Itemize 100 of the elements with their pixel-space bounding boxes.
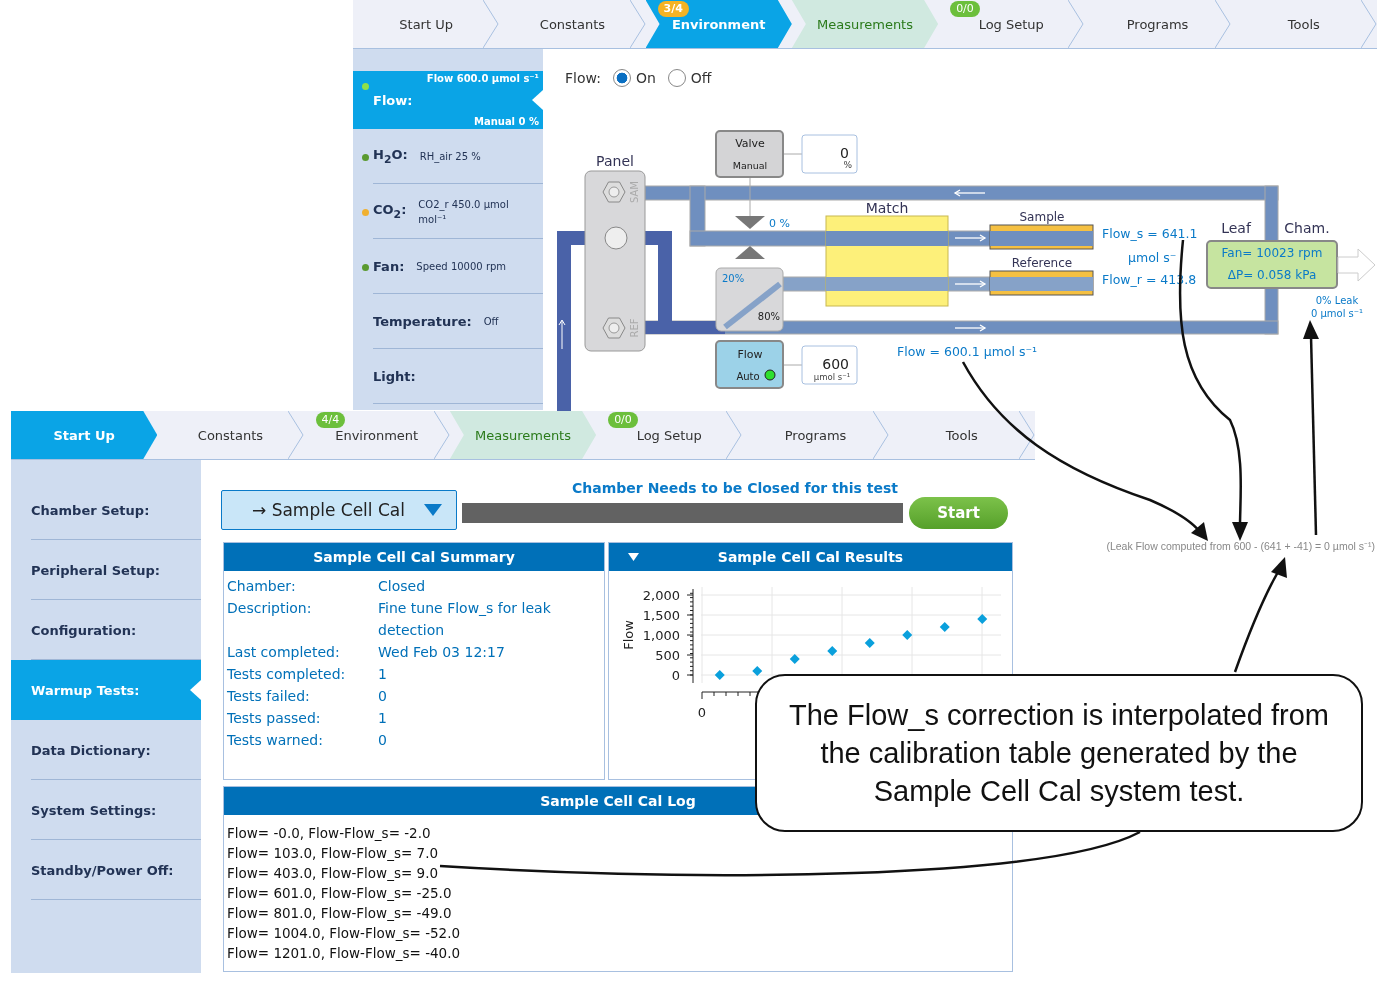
panel-title: Sample Cell Cal Results [717, 549, 904, 565]
status-message: Chamber Needs to be Closed for this test [572, 480, 898, 496]
valve-unit: % [843, 160, 852, 170]
sidebar-item[interactable]: System Settings: [11, 780, 201, 840]
sidebar-item[interactable]: Peripheral Setup: [11, 540, 201, 600]
flow-arrow [954, 280, 987, 288]
data-point [977, 614, 988, 624]
item-mode: Manual 0 % [473, 116, 539, 127]
split-lower: 80% [757, 311, 780, 322]
data-point [902, 630, 913, 640]
flow-s-reading: Flow_s = 641.1 [1102, 226, 1198, 241]
radio-option[interactable]: Off [667, 69, 712, 87]
tab[interactable]: Tools [888, 411, 1035, 459]
pressure-reading: ΔP= 0.058 kPa [1227, 268, 1317, 282]
log-line: Flow= 103.0, Flow-Flow_s= 7.0 [227, 844, 439, 863]
field-value: Wed Feb 03 12:17 [378, 643, 506, 662]
valve-title: Valve [735, 137, 765, 150]
item-label: Fan: [373, 259, 405, 274]
flow-arrow [954, 234, 987, 242]
collapse-caret-icon [628, 553, 639, 561]
data-point [939, 622, 950, 632]
axis-title: Flow [621, 620, 636, 650]
tick-label: 0 [697, 705, 707, 720]
flow-arrow [954, 324, 987, 332]
sidebar-item[interactable]: Chamber Setup: [11, 480, 201, 540]
tab[interactable]: Tools [1230, 0, 1377, 48]
tab[interactable]: Measurements [449, 411, 597, 459]
sidebar-item[interactable]: Configuration: [11, 600, 201, 660]
valve-opening: 0 % [769, 217, 790, 230]
tick-label: 500 [655, 648, 680, 663]
leak-note: (Leak Flow computed from 600 - (641 + -41) = 0 µmol s⁻¹) [1106, 539, 1375, 553]
log-line: Flow= 403.0, Flow-Flow_s= 9.0 [227, 864, 439, 883]
log-line: Flow= 601.0, Flow-Flow_s= -25.0 [227, 884, 453, 903]
valve-value-field[interactable] [801, 134, 858, 174]
tab[interactable]: Programs [1084, 0, 1231, 48]
flow-value-field[interactable] [801, 345, 858, 385]
valve-value: 0 [840, 145, 849, 161]
tab[interactable]: Log Setup 0/0 [596, 411, 743, 459]
sidebar-item[interactable]: CO$_{2}$: CO2_r 450.0 µmol mol⁻¹ [353, 184, 543, 239]
flow-s-unit: µmol s⁻ [1128, 250, 1177, 265]
tab[interactable]: Programs [742, 411, 889, 459]
tick-label: 2,000 [642, 588, 680, 603]
count-badge: 0/0 [950, 1, 980, 17]
flow-arrow [953, 189, 986, 197]
field-value: 1 [378, 665, 388, 684]
flow-unit: µmol s⁻¹ [813, 372, 851, 382]
chamber-label: Cham. [1284, 220, 1330, 236]
log-line: Flow= 1004.0, Flow-Flow_s= -52.0 [227, 924, 462, 943]
log-line: Flow= 1201.0, Flow-Flow_s= -40.0 [227, 944, 462, 963]
flow-control-title: Flow [737, 348, 763, 361]
sidebar-item[interactable]: Fan: Speed 10000 rpm [353, 239, 543, 294]
item-label: H$_{2}$O: [373, 147, 408, 166]
tick-label: 1,500 [642, 608, 680, 623]
tick-label: 1,000 [642, 628, 680, 643]
sidebar-item[interactable]: H$_{2}$O: RH_air 25 % [353, 129, 543, 184]
field-value: 0 [378, 731, 388, 750]
radio-option[interactable]: On [612, 69, 656, 87]
field-label: Tests failed: [227, 687, 311, 706]
sidebar-item[interactable]: Temperature: Off [353, 294, 543, 349]
tab[interactable]: Log Setup 0/0 [938, 0, 1085, 48]
tab[interactable]: Environment 4/4 [303, 411, 450, 459]
hex-bolt-icon [602, 317, 626, 339]
status-led [764, 369, 776, 381]
leaf-label: Leaf [1221, 220, 1251, 236]
field-value: Closed [378, 577, 427, 596]
log-line: Flow= -0.0, Flow-Flow_s= -2.0 [227, 824, 432, 843]
item-label: Light: [373, 369, 416, 384]
tab[interactable]: Constants [499, 0, 646, 48]
log-line: Flow= 801.0, Flow-Flow_s= -49.0 [227, 904, 453, 923]
reference-label: Reference [1011, 256, 1073, 270]
total-flow-reading: Flow = 600.1 µmol s⁻¹ [897, 344, 1038, 359]
flow-control-button[interactable] [715, 340, 784, 389]
count-badge: 0/0 [608, 412, 638, 428]
callout: The Flow_s correction is interpolated from the calibration table generated by the Sample Cell Cal system test. [755, 674, 1363, 832]
item-label: Temperature: [373, 314, 472, 329]
tab[interactable]: Constants [157, 411, 304, 459]
sidebar-item[interactable]: Standby/Power Off: [11, 840, 201, 900]
panel-label: Panel [596, 153, 634, 169]
field-label: Tests warned: [227, 731, 324, 750]
item-label: Flow: [373, 92, 413, 108]
item-value: Flow 600.0 µmol s⁻¹ [426, 73, 539, 84]
data-point [864, 638, 875, 648]
panel-header: Sample Cell Cal Summary [224, 543, 604, 571]
leak-flow-reading: 0 µmol s⁻¹ [1310, 308, 1364, 319]
sidebar-item[interactable]: Data Dictionary: [11, 720, 201, 780]
split-upper: 20% [722, 273, 745, 284]
dropdown-caret-icon [424, 504, 442, 516]
valve-button[interactable] [715, 130, 784, 178]
field-value: Fine tune Flow_s for leak detection [378, 599, 552, 640]
flow-value: 600 [822, 356, 849, 372]
port-circle [604, 226, 628, 250]
tab[interactable]: Measurements [791, 0, 939, 48]
field-value: 0 [378, 687, 388, 706]
tab[interactable]: Start Up [353, 0, 500, 48]
field-label: Tests passed: [227, 709, 322, 728]
item-value: RH_air 25 % [419, 150, 481, 164]
hex-bolt-icon [602, 181, 626, 203]
test-dropdown[interactable]: → Sample Cell Cal [221, 490, 457, 530]
tick-label: 0 [671, 668, 680, 683]
sidebar-item[interactable]: Light: [353, 349, 543, 404]
